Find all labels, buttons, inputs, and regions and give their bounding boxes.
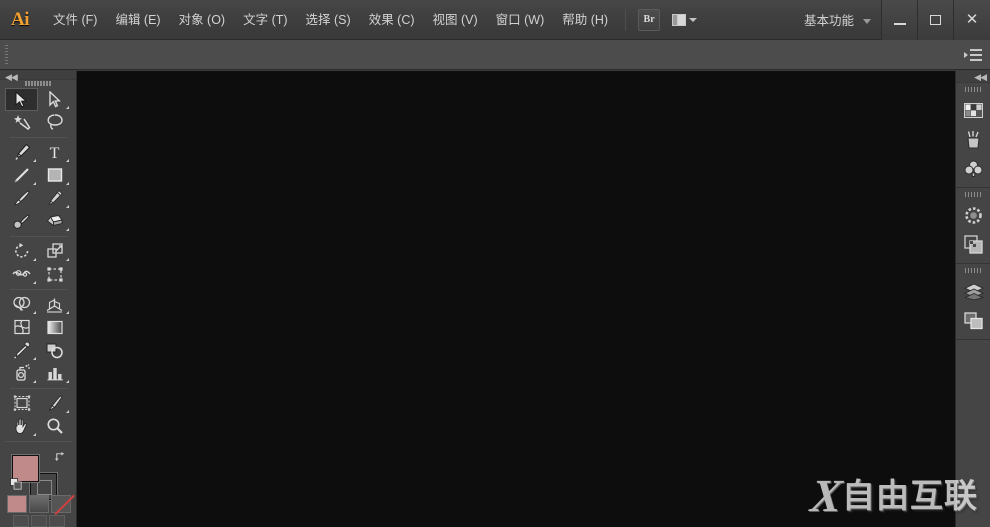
menu-window[interactable]: 窗口 (W) (487, 8, 554, 32)
menu-type[interactable]: 文字 (T) (234, 8, 296, 32)
free-transform-tool[interactable] (38, 263, 71, 286)
color-mode-buttons (0, 495, 77, 513)
close-button[interactable]: ✕ (954, 0, 990, 40)
workspace-switcher[interactable]: 基本功能 (794, 10, 881, 29)
layers-panel-icon[interactable] (956, 277, 990, 306)
tools-panel-header: ◀◀ (0, 71, 76, 82)
artboards-panel-icon[interactable] (956, 306, 990, 335)
menu-bar: Ai 文件 (F) 编辑 (E) 对象 (O) 文字 (T) 选择 (S) 效果… (0, 0, 990, 40)
menu-edit[interactable]: 编辑 (E) (106, 8, 169, 32)
panel-group-grip[interactable] (956, 264, 990, 277)
rotate-tool[interactable] (5, 240, 38, 263)
symbol-sprayer-tool[interactable] (5, 362, 38, 385)
control-bar (0, 40, 990, 70)
window-controls: ✕ (881, 0, 990, 40)
eraser-tool[interactable] (38, 210, 71, 233)
panel-group-3 (956, 264, 990, 340)
magic-wand-tool[interactable] (5, 111, 38, 134)
arrange-documents-icon (672, 13, 687, 26)
menubar-divider (625, 8, 627, 31)
svg-text:T: T (50, 145, 60, 160)
color-mode-button[interactable] (6, 495, 27, 513)
fullscreen-menu-mode-button[interactable] (30, 515, 47, 527)
mesh-tool[interactable] (5, 316, 38, 339)
paintbrush-tool[interactable] (5, 187, 38, 210)
menu-items: 文件 (F) 编辑 (E) 对象 (O) 文字 (T) 选择 (S) 效果 (C… (44, 0, 617, 40)
control-bar-menu-icon[interactable] (964, 48, 982, 62)
swap-fill-stroke-icon[interactable] (54, 451, 65, 462)
maximize-button[interactable] (918, 0, 954, 40)
eyedropper-tool[interactable] (5, 339, 38, 362)
artboard-tool[interactable] (5, 392, 38, 415)
panel-group-grip[interactable] (956, 188, 990, 201)
type-tool[interactable]: T (38, 141, 71, 164)
slice-tool[interactable] (38, 392, 71, 415)
menu-select[interactable]: 选择 (S) (297, 8, 360, 32)
panel-group-2 (956, 188, 990, 264)
panel-dock-header: ◀◀ (956, 71, 990, 83)
panel-dock: ◀◀ (955, 71, 990, 527)
minimize-button[interactable] (882, 0, 918, 40)
blend-tool[interactable] (38, 339, 71, 362)
menu-file[interactable]: 文件 (F) (44, 8, 106, 32)
fill-stroke-controls (0, 449, 77, 500)
zoom-tool[interactable] (38, 415, 71, 438)
maximize-icon (930, 14, 941, 25)
gradient-mode-button[interactable] (28, 495, 49, 513)
menu-object[interactable]: 对象 (O) (170, 8, 235, 32)
chevron-down-icon (689, 17, 698, 22)
normal-screen-mode-button[interactable] (12, 515, 29, 527)
transparency-panel-icon[interactable] (956, 230, 990, 259)
width-tool[interactable] (5, 263, 38, 286)
none-mode-button[interactable] (50, 495, 71, 513)
blob-brush-tool[interactable] (5, 210, 38, 233)
tools-divider (10, 235, 67, 237)
shape-builder-tool[interactable] (5, 293, 38, 316)
tools-divider (5, 440, 72, 442)
fullscreen-mode-button[interactable] (48, 515, 65, 527)
tools-divider (10, 136, 67, 138)
collapse-tools-icon[interactable]: ◀◀ (5, 72, 18, 82)
close-icon: ✕ (965, 11, 979, 28)
pen-tool[interactable] (5, 141, 38, 164)
arrange-documents-button[interactable] (672, 13, 698, 26)
menubar-right: 基本功能 ✕ (794, 0, 990, 40)
illustrator-window: Ai 文件 (F) 编辑 (E) 对象 (O) 文字 (T) 选择 (S) 效果… (0, 0, 990, 527)
stroke-panel-icon[interactable] (956, 201, 990, 230)
default-fill-stroke-icon[interactable] (10, 478, 22, 490)
rectangle-tool[interactable] (38, 164, 71, 187)
panel-group-grip[interactable] (956, 83, 990, 96)
menu-help[interactable]: 帮助 (H) (553, 8, 617, 32)
bridge-button[interactable]: Br (638, 8, 661, 31)
menu-effect[interactable]: 效果 (C) (360, 8, 424, 32)
brushes-panel-icon[interactable] (956, 125, 990, 154)
minimize-icon (893, 22, 906, 25)
control-bar-grip[interactable] (0, 40, 10, 70)
tools-grid: T (0, 87, 77, 438)
app-logo: Ai (11, 8, 30, 30)
gradient-tool[interactable] (38, 316, 71, 339)
perspective-grid-tool[interactable] (38, 293, 71, 316)
hand-tool[interactable] (5, 415, 38, 438)
column-graph-tool[interactable] (38, 362, 71, 385)
pencil-tool[interactable] (38, 187, 71, 210)
tools-panel: ◀◀ T (0, 71, 77, 527)
swatches-panel-icon[interactable] (956, 96, 990, 125)
lasso-tool[interactable] (38, 111, 71, 134)
scale-tool[interactable] (38, 240, 71, 263)
expand-panels-icon[interactable]: ◀◀ (974, 72, 987, 82)
tools-divider (10, 288, 67, 290)
menu-view[interactable]: 视图 (V) (424, 8, 487, 32)
panel-group-1 (956, 83, 990, 188)
screen-mode-buttons (0, 515, 77, 527)
chevron-down-icon (863, 18, 871, 24)
workspace-label: 基本功能 (803, 14, 854, 28)
document-canvas[interactable] (77, 71, 955, 527)
line-segment-tool[interactable] (5, 164, 38, 187)
direct-selection-tool[interactable] (38, 88, 71, 111)
tools-divider (10, 387, 67, 389)
selection-tool[interactable] (5, 87, 38, 111)
bridge-label: Br (643, 14, 655, 25)
symbols-panel-icon[interactable] (956, 154, 990, 183)
